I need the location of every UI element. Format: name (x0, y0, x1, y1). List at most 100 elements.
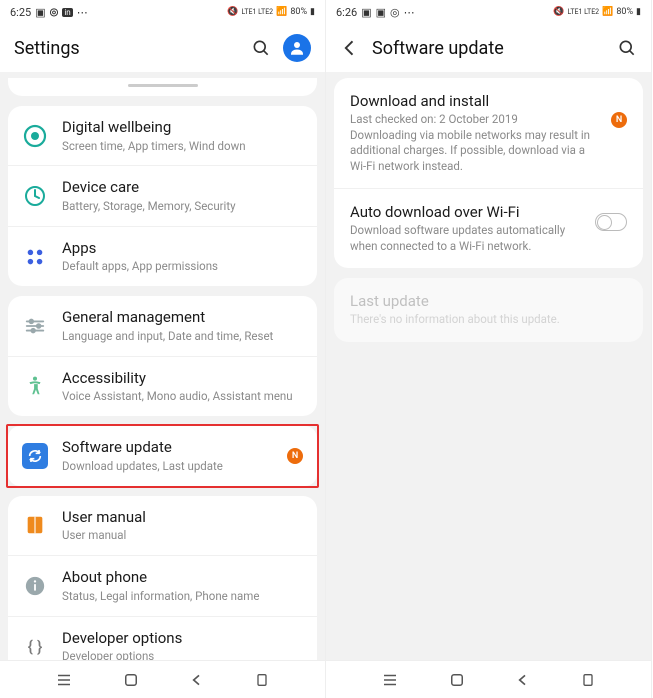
row-text: Digital wellbeing Screen time, App timer… (62, 118, 303, 153)
notification-badge: N (611, 112, 627, 128)
row-last-update: Last update There's no information about… (334, 278, 643, 342)
usermanual-icon (22, 512, 48, 538)
swupdate-screen: 6:26 ▣ ▣ ◎ ⋯ 🔇 LTE1 LTE2 📶 80% ▮ Softwar… (326, 0, 652, 698)
status-bar: 6:26 ▣ ▣ ◎ ⋯ 🔇 LTE1 LTE2 📶 80% ▮ (326, 0, 651, 24)
status-time: 6:26 (336, 6, 357, 19)
nav-recents-icon[interactable] (381, 671, 399, 689)
row-text: About phone Status, Legal information, P… (62, 568, 303, 603)
status-icon-g: ◎ (50, 7, 59, 18)
status-time: 6:25 (10, 6, 31, 19)
status-battery-text: 80% (290, 7, 307, 17)
row-title: Developer options (62, 629, 303, 649)
status-signal-icon: 📶 (602, 7, 613, 17)
status-icon: ▣ (376, 6, 386, 19)
auto-download-toggle[interactable] (595, 213, 627, 231)
row-text: Software update Download updates, Last u… (62, 438, 273, 473)
status-more-icon: ⋯ (77, 6, 88, 19)
page-title: Software update (372, 38, 605, 59)
general-icon (22, 313, 48, 339)
page-title: Settings (14, 38, 239, 59)
nav-back-icon[interactable] (515, 672, 531, 688)
settings-screen: 6:25 ▣ ◎ in ⋯ 🔇 LTE1 LTE2 📶 80% ▮ Settin… (0, 0, 326, 698)
row-auto-download[interactable]: Auto download over Wi-Fi Download softwa… (334, 188, 643, 268)
accessibility-icon (22, 373, 48, 399)
swupdate-header: Software update (326, 24, 651, 72)
row-title: Apps (62, 239, 303, 259)
status-icon-camera: ▣ (35, 6, 45, 19)
status-icon: ▣ (361, 6, 371, 19)
highlight-box: Software update Download updates, Last u… (6, 424, 319, 487)
status-icon: ◎ (390, 6, 400, 19)
apps-icon (22, 244, 48, 270)
settings-list[interactable]: Digital wellbeing Screen time, App timer… (0, 72, 325, 660)
row-title: Device care (62, 178, 303, 198)
row-subtitle: Screen time, App timers, Wind down (62, 139, 303, 154)
status-icon-in: in (62, 8, 72, 17)
nav-home-icon[interactable] (448, 671, 466, 689)
status-battery-icon: ▮ (310, 7, 315, 17)
search-icon[interactable] (617, 38, 637, 58)
row-text: Device care Battery, Storage, Memory, Se… (62, 178, 303, 213)
row-text: User manual User manual (62, 508, 303, 543)
row-swupdate[interactable]: Software update Download updates, Last u… (8, 426, 317, 485)
status-more-icon: ⋯ (404, 6, 415, 19)
row-subtitle: Battery, Storage, Memory, Security (62, 199, 303, 214)
status-bar: 6:25 ▣ ◎ in ⋯ 🔇 LTE1 LTE2 📶 80% ▮ (0, 0, 325, 24)
row-subtitle: Default apps, App permissions (62, 259, 303, 274)
row-title: About phone (62, 568, 303, 588)
row-title: Last update (350, 292, 627, 310)
row-download-install[interactable]: Download and install Last checked on: 2 … (334, 78, 643, 188)
settings-group: Software update Download updates, Last u… (8, 426, 317, 485)
row-about[interactable]: About phone Status, Legal information, P… (8, 555, 317, 615)
row-subtitle: Status, Legal information, Phone name (62, 589, 303, 604)
row-text: Download and install Last checked on: 2 … (350, 92, 601, 174)
devopts-icon: { } (22, 633, 48, 659)
row-apps[interactable]: Apps Default apps, App permissions (8, 226, 317, 286)
about-icon (22, 573, 48, 599)
back-icon[interactable] (340, 38, 360, 58)
row-subtitle: Voice Assistant, Mono audio, Assistant m… (62, 389, 303, 404)
row-title: Digital wellbeing (62, 118, 303, 138)
nav-extra-icon[interactable] (254, 672, 270, 688)
nav-bar (326, 660, 651, 698)
row-subtitle: User manual (62, 528, 303, 543)
status-signal-icon: 📶 (276, 7, 287, 17)
swupdate-icon (22, 443, 48, 469)
settings-group: General management Language and input, D… (8, 296, 317, 416)
row-wellbeing[interactable]: Digital wellbeing Screen time, App timer… (8, 106, 317, 165)
nav-extra-icon[interactable] (580, 672, 596, 688)
row-title: User manual (62, 508, 303, 528)
devicecare-icon (22, 183, 48, 209)
row-text: General management Language and input, D… (62, 308, 303, 343)
profile-avatar[interactable] (283, 34, 311, 62)
row-subtitle: Language and input, Date and time, Reset (62, 329, 303, 344)
nav-back-icon[interactable] (189, 672, 205, 688)
nav-home-icon[interactable] (122, 671, 140, 689)
status-mute-icon: 🔇 (553, 7, 564, 17)
row-title: Accessibility (62, 369, 303, 389)
row-title: Software update (62, 438, 273, 458)
status-battery-icon: ▮ (636, 7, 641, 17)
row-devicecare[interactable]: Device care Battery, Storage, Memory, Se… (8, 165, 317, 225)
row-text: Auto download over Wi-Fi Download softwa… (350, 203, 585, 254)
status-mute-icon: 🔇 (227, 7, 238, 17)
row-subtitle: Developer options (62, 649, 303, 660)
row-subtitle: Download software updates automatically … (350, 223, 585, 254)
row-accessibility[interactable]: Accessibility Voice Assistant, Mono audi… (8, 356, 317, 416)
row-title: General management (62, 308, 303, 328)
row-general[interactable]: General management Language and input, D… (8, 296, 317, 355)
notification-badge: N (287, 448, 303, 464)
row-text: Last update There's no information about… (350, 292, 627, 328)
swupdate-list[interactable]: Download and install Last checked on: 2 … (326, 72, 651, 660)
search-icon[interactable] (251, 38, 271, 58)
row-subtitle: Download updates, Last update (62, 459, 273, 474)
row-title: Auto download over Wi-Fi (350, 203, 585, 221)
row-text: Apps Default apps, App permissions (62, 239, 303, 274)
status-volte-icon: LTE1 LTE2 (568, 9, 600, 16)
settings-header: Settings (0, 24, 325, 72)
settings-group: User manual User manual About phone Stat… (8, 496, 317, 660)
nav-recents-icon[interactable] (55, 671, 73, 689)
row-devopts[interactable]: { } Developer options Developer options (8, 616, 317, 661)
row-usermanual[interactable]: User manual User manual (8, 496, 317, 555)
status-battery-text: 80% (616, 7, 633, 17)
